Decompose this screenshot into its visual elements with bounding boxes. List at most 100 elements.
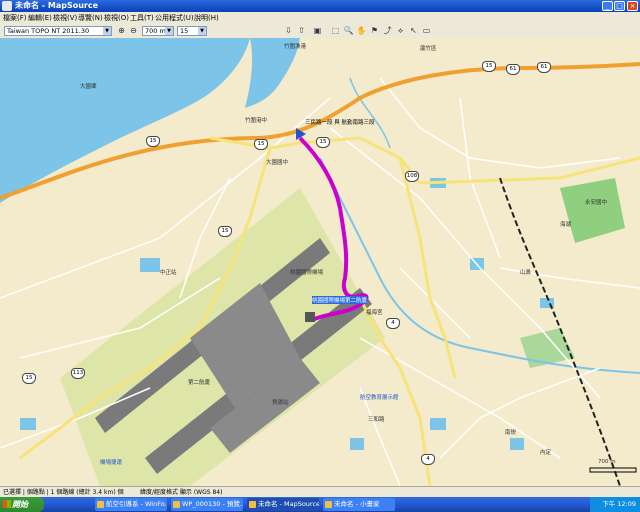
menu-tools[interactable]: 工具(T) <box>130 12 154 24</box>
map-label: 貨運站 <box>272 400 289 406</box>
clock: 下午 12:09 <box>602 500 636 508</box>
window-icon <box>97 501 104 508</box>
map-label: 蘆竹區 <box>420 46 437 52</box>
menu-help[interactable]: 說明(H) <box>194 12 219 24</box>
green-area <box>560 178 625 243</box>
pond <box>350 438 364 450</box>
map-label: 竹圍漁港 <box>284 44 307 50</box>
map-label: 永安國中 <box>585 200 608 206</box>
highway-shield: 113 <box>71 368 85 379</box>
window-icon <box>249 501 256 508</box>
highway-shield: 108 <box>405 171 419 182</box>
scale-label: 700 m <box>598 459 616 465</box>
task-label: WP_000130 - 預覽... <box>182 500 243 508</box>
ruler-tool-icon[interactable]: ▭ <box>421 26 432 36</box>
waypoint-tool-icon[interactable]: ⚑ <box>369 26 380 36</box>
taskbar: 開始 航空引導系 - WinFo... WP_000130 - 預覽... 未命… <box>0 497 640 512</box>
system-tray: 下午 12:09 <box>590 497 640 512</box>
highway-shield: 61 <box>537 62 551 73</box>
task-label: 航空引導系 - WinFo... <box>106 500 167 508</box>
route-tool-icon[interactable]: ⤴ <box>382 26 393 36</box>
zoom-in-icon[interactable]: ⊕ <box>116 26 127 36</box>
highway-shield: 15 <box>254 139 268 150</box>
map-label: 三和路 <box>368 417 385 423</box>
map-label: 南崁 <box>505 430 517 436</box>
taskbar-item[interactable]: 航空引導系 - WinFo... <box>95 498 167 511</box>
toolbar: Taiwan TOPO NT 2011.30 ▼ ⊕ ⊖ 700 m ▼ 15 … <box>0 24 640 39</box>
detail-value: 15 <box>180 27 189 35</box>
route-end-marker <box>305 312 315 322</box>
menu-utilities[interactable]: 公用程式(U) <box>155 12 194 24</box>
measure-tool-icon[interactable]: ⟡ <box>395 26 406 36</box>
map-canvas <box>0 38 640 486</box>
menu-file[interactable]: 檔案(F) <box>3 12 27 24</box>
map-label: 山鼻 <box>520 270 532 276</box>
chevron-down-icon: ▼ <box>165 27 173 35</box>
map-view[interactable]: 15 15 15 15 15 15 61 61 108 4 4 113 竹圍漁港… <box>0 38 640 486</box>
send-to-device-icon[interactable]: ⇧ <box>296 26 307 36</box>
highway-shield: 15 <box>146 136 160 147</box>
window-title: 未命名 - MapSource <box>15 1 99 10</box>
pond <box>140 258 160 272</box>
menu-edit[interactable]: 編輯(E) <box>28 12 52 24</box>
selection-tool-icon[interactable]: ⬚ <box>330 26 341 36</box>
highway-shield: 61 <box>506 64 520 75</box>
pointer-tool-icon[interactable]: ↖ <box>408 26 419 36</box>
menu-bar: 檔案(F) 編輯(E) 檢視(V) 導覽(N) 檢視(O) 工具(T) 公用程式… <box>0 12 640 24</box>
pond <box>510 438 524 450</box>
map-product-value: Taiwan TOPO NT 2011.30 <box>7 27 90 35</box>
zoom-level-value: 700 m <box>145 27 166 35</box>
title-bar: 未命名 - MapSource _ □ × <box>0 0 640 12</box>
route-waypoint-label: 三民路一段 與 航勤南路三段 <box>305 120 375 126</box>
highway-shield: 15 <box>22 373 36 384</box>
window-icon <box>325 501 332 508</box>
taskbar-item[interactable]: 未命名 - 小畫家 <box>323 498 395 511</box>
sea-area <box>0 38 250 203</box>
task-label: 未命名 - 小畫家 <box>334 500 380 508</box>
window-icon <box>173 501 180 508</box>
highway-shield: 15 <box>482 61 496 72</box>
map-label: 大園國中 <box>266 160 289 166</box>
highway-shield: 4 <box>386 318 400 329</box>
receive-from-device-icon[interactable]: ⇩ <box>283 26 294 36</box>
map-product-select[interactable]: Taiwan TOPO NT 2011.30 ▼ <box>4 26 112 36</box>
map-label: 竹圍港中 <box>245 118 268 124</box>
map-label: 中正站 <box>160 270 177 276</box>
menu-view-options[interactable]: 檢視(O) <box>104 12 129 24</box>
highway-shield: 4 <box>421 454 435 465</box>
map-label: 機場捷運 <box>100 460 123 466</box>
map-label: 福海宮 <box>366 310 383 316</box>
chevron-down-icon: ▼ <box>198 27 206 35</box>
destination-waypoint-label[interactable]: 桃園國際機場第二航廈 <box>312 296 368 304</box>
chevron-down-icon: ▼ <box>103 27 111 35</box>
maximize-button[interactable]: □ <box>614 1 625 11</box>
start-button[interactable]: 開始 <box>0 497 44 512</box>
zoom-level-select[interactable]: 700 m ▼ <box>142 26 174 36</box>
scale-bar <box>589 467 637 473</box>
mapsource-app-icon <box>2 1 12 11</box>
zoom-tool-icon[interactable]: 🔍 <box>343 26 354 36</box>
close-button[interactable]: × <box>627 1 638 11</box>
detail-select[interactable]: 15 ▼ <box>177 26 207 36</box>
taskbar-item[interactable]: WP_000130 - 預覽... <box>171 498 243 511</box>
menu-navigate[interactable]: 導覽(N) <box>78 12 103 24</box>
taskbar-item-active[interactable]: 未命名 - MapSource <box>247 498 319 511</box>
map-label: 桃園國際機場 <box>290 270 324 276</box>
gps-device-icon[interactable]: ▣ <box>312 26 323 36</box>
hand-tool-icon[interactable]: ✋ <box>356 26 367 36</box>
map-label: 第二航廈 <box>188 380 211 386</box>
menu-view[interactable]: 檢視(V) <box>53 12 77 24</box>
task-label: 未命名 - MapSource <box>258 500 319 508</box>
start-label: 開始 <box>12 500 28 509</box>
zoom-out-icon[interactable]: ⊖ <box>128 26 139 36</box>
pond <box>430 418 446 430</box>
minimize-button[interactable]: _ <box>602 1 613 11</box>
map-label: 海湖 <box>560 222 572 228</box>
map-label: 航空教育展示館 <box>360 395 399 401</box>
highway-shield: 15 <box>218 226 232 237</box>
map-label: 內定 <box>540 450 552 456</box>
pond <box>20 418 36 430</box>
windows-logo-icon <box>3 500 11 508</box>
highway-shield: 15 <box>316 137 330 148</box>
map-label: 大園鄉 <box>80 84 97 90</box>
